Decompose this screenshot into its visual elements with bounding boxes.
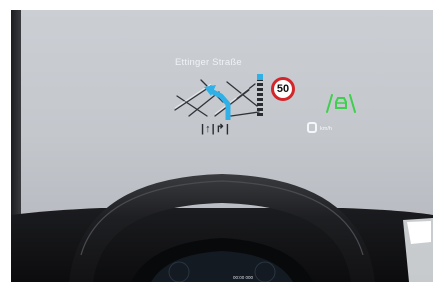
- dashboard: [11, 174, 433, 282]
- screenshot-frame: Ettinger Straße |↑|↱| 50 km/h 00:00 000: [0, 0, 446, 290]
- windshield-view: Ettinger Straße |↑|↱| 50 km/h 00:00 000: [11, 10, 433, 282]
- cluster-readout: 00:00 000: [233, 275, 254, 280]
